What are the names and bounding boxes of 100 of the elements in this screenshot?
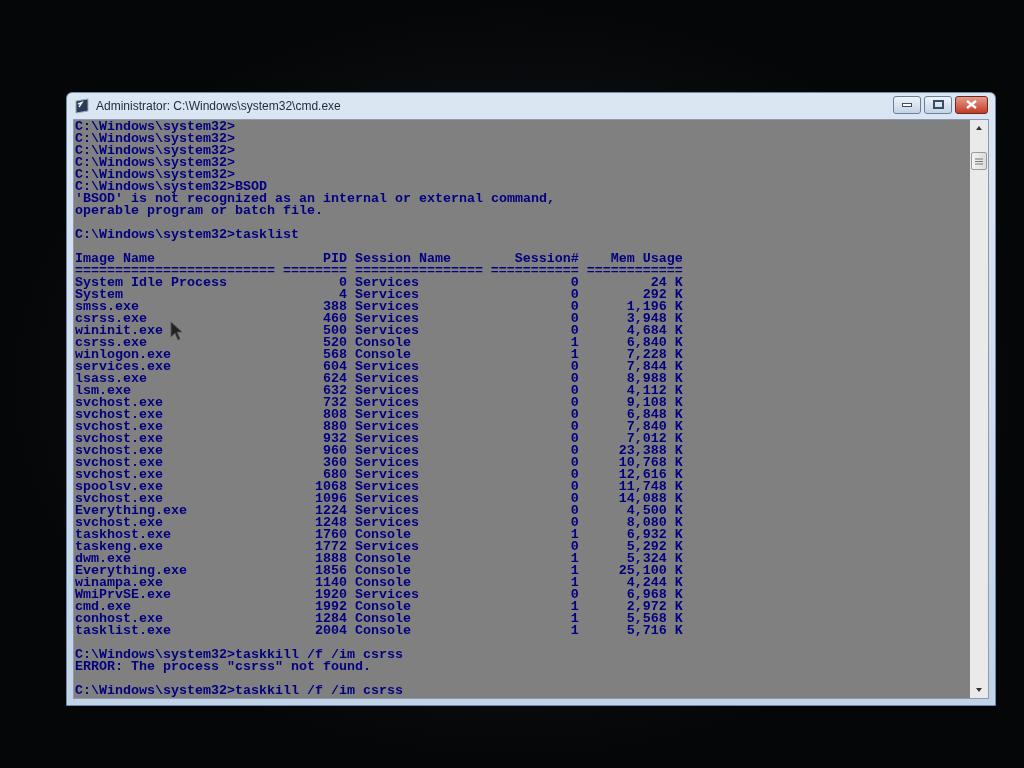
table-cell: svchost.exe [75, 421, 163, 433]
table-cell: svchost.exe [75, 493, 163, 505]
console-line: C:\Windows\system32>BSOD [75, 181, 267, 193]
table-cell: 0 [570, 313, 579, 325]
table-cell: svchost.exe [75, 517, 163, 529]
header-rule: =========== [490, 265, 579, 277]
table-cell: 0 [570, 481, 579, 493]
table-cell: svchost.exe [75, 469, 163, 481]
table-cell: 7,844 K [626, 361, 683, 373]
table-cell: Console [354, 529, 411, 541]
table-cell: Console [354, 565, 411, 577]
console-line: C:\Windows\system32> [75, 121, 235, 133]
table-cell: 1068 [314, 481, 347, 493]
table-cell: 0 [570, 493, 579, 505]
column-header: Session Name [354, 253, 451, 265]
table-cell: 1,196 K [626, 301, 683, 313]
table-cell: 0 [570, 457, 579, 469]
header-rule: ======== [282, 265, 347, 277]
table-cell: Services [354, 433, 419, 445]
table-cell: 0 [570, 397, 579, 409]
table-cell: 6,848 K [626, 409, 683, 421]
table-cell: 0 [570, 385, 579, 397]
console-line: C:\Windows\system32>tasklist [75, 229, 299, 241]
console-line: C:\Windows\system32> [75, 133, 235, 145]
table-cell: 4,500 K [626, 505, 683, 517]
table-cell: 0 [570, 541, 579, 553]
table-cell: Services [354, 493, 419, 505]
table-cell: Services [354, 325, 419, 337]
close-icon [966, 100, 977, 109]
table-cell: Services [354, 589, 419, 601]
table-cell: 1096 [314, 493, 347, 505]
table-cell: svchost.exe [75, 445, 163, 457]
table-cell: Console [354, 601, 411, 613]
close-button[interactable] [955, 95, 988, 114]
console-line: C:\Windows\system32>taskkill /f /im csrss [75, 685, 403, 697]
table-cell: 7,012 K [626, 433, 683, 445]
table-cell: 23,388 K [618, 445, 683, 457]
table-cell: 8,988 K [626, 373, 683, 385]
maximize-button[interactable] [924, 95, 952, 114]
table-cell: Services [354, 445, 419, 457]
table-cell: wininit.exe [75, 325, 163, 337]
table-cell: 0 [570, 445, 579, 457]
console-line: C:\Windows\system32>taskkill /f /im csrss [75, 649, 403, 661]
console-line: C:\Windows\system32> [75, 145, 235, 157]
table-cell: Console [354, 625, 411, 637]
table-cell: Console [354, 553, 411, 565]
table-cell: 5,292 K [626, 541, 683, 553]
window-title: Administrator: C:\Windows\system32\cmd.exe [96, 98, 341, 115]
table-cell: 1 [570, 529, 579, 541]
mouse-pointer-icon [170, 321, 184, 341]
minimize-button[interactable] [893, 95, 921, 114]
column-header: PID [322, 253, 347, 265]
console-line: C:\Windows\system32> [75, 169, 235, 181]
table-cell: csrss.exe [75, 337, 147, 349]
table-cell: 0 [570, 469, 579, 481]
table-cell: Services [354, 541, 419, 553]
console-line: operable program or batch file. [75, 205, 323, 217]
table-cell: 604 [322, 361, 347, 373]
grip-icon [975, 157, 983, 165]
table-cell: 0 [570, 421, 579, 433]
table-cell: Services [354, 517, 419, 529]
console-icon [74, 98, 90, 114]
table-cell: winlogon.exe [75, 349, 171, 361]
table-cell: taskeng.exe [75, 541, 163, 553]
table-cell: 5,324 K [626, 553, 683, 565]
table-cell: 7,228 K [626, 349, 683, 361]
table-cell: 932 [322, 433, 347, 445]
table-cell: 12,616 K [618, 469, 683, 481]
table-cell: 1888 [314, 553, 347, 565]
table-cell: 1760 [314, 529, 347, 541]
table-cell: 0 [338, 277, 347, 289]
table-cell: 0 [570, 289, 579, 301]
table-cell: System [75, 289, 123, 301]
column-header: Image Name [75, 253, 155, 265]
table-cell: 1140 [314, 577, 347, 589]
table-cell: Services [354, 313, 419, 325]
table-cell: 14,088 K [618, 493, 683, 505]
header-rule: ========================= [75, 265, 275, 277]
table-cell: 1 [570, 601, 579, 613]
table-cell: services.exe [75, 361, 171, 373]
table-cell: cmd.exe [75, 601, 131, 613]
table-cell: 1772 [314, 541, 347, 553]
column-header: Session# [514, 253, 579, 265]
column-header: Mem Usage [610, 253, 683, 265]
table-cell: 5,568 K [626, 613, 683, 625]
table-cell: Services [354, 277, 419, 289]
table-cell: 960 [322, 445, 347, 457]
table-cell: 4,112 K [626, 385, 683, 397]
maximize-icon [932, 100, 944, 109]
table-cell: 1 [570, 625, 579, 637]
console-line: C:\Windows\system32> [75, 157, 235, 169]
scrollbar-thumb[interactable] [971, 152, 987, 170]
table-cell: winampa.exe [75, 577, 163, 589]
console-line: ERROR: The process "csrss" not found. [75, 661, 371, 673]
table-cell: Services [354, 481, 419, 493]
table-cell: 632 [322, 385, 347, 397]
table-cell: svchost.exe [75, 397, 163, 409]
table-cell: Services [354, 409, 419, 421]
minimize-icon [902, 102, 912, 107]
table-cell: 0 [570, 325, 579, 337]
